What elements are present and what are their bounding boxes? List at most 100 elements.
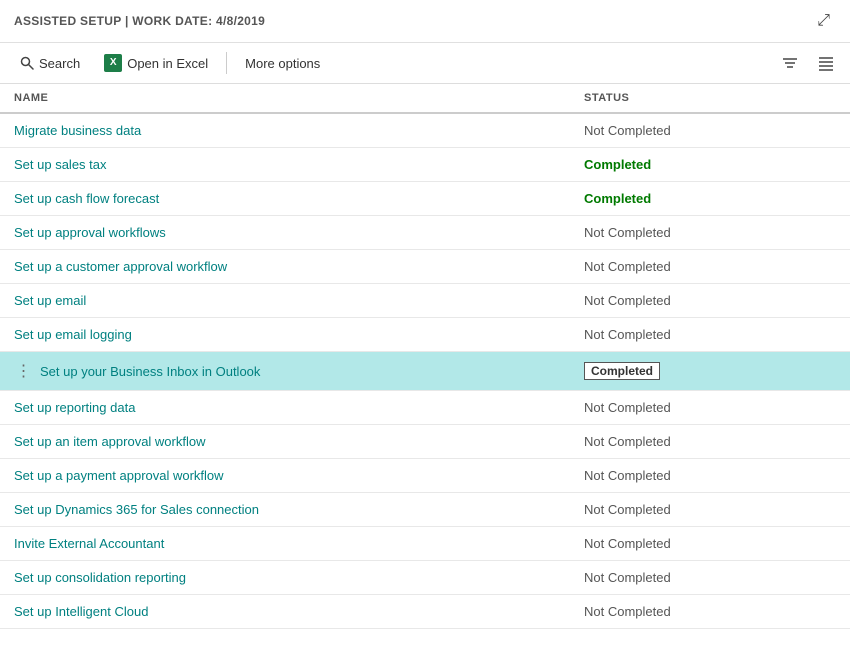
toolbar-separator: [226, 52, 227, 74]
row-name-cell: Set up an item approval workflow: [0, 425, 570, 459]
row-status-cell: Not Completed: [570, 561, 850, 595]
status-text: Not Completed: [584, 502, 671, 517]
row-name-link[interactable]: Set up approval workflows: [14, 225, 166, 240]
row-status-cell: Not Completed: [570, 493, 850, 527]
table-row[interactable]: Migrate business data Not Completed: [0, 113, 850, 148]
search-icon: [20, 56, 34, 70]
table-row[interactable]: Set up consolidation reporting Not Comple…: [0, 561, 850, 595]
row-name-link[interactable]: Set up Intelligent Cloud: [14, 604, 148, 619]
expand-button[interactable]: ⤢: [811, 8, 836, 34]
row-status-cell: Not Completed: [570, 250, 850, 284]
data-table: NAME STATUS Migrate business data Not Com…: [0, 84, 850, 629]
status-text: Not Completed: [584, 225, 671, 240]
toolbar-right: [776, 51, 840, 75]
status-text: Not Completed: [584, 327, 671, 342]
row-name-link[interactable]: Set up your Business Inbox in Outlook: [40, 364, 260, 379]
row-name-link[interactable]: Set up sales tax: [14, 157, 107, 172]
row-name-link[interactable]: Set up cash flow forecast: [14, 191, 159, 206]
row-name-cell: Set up cash flow forecast: [0, 182, 570, 216]
table-row[interactable]: Set up a payment approval workflow Not Co…: [0, 459, 850, 493]
table-row[interactable]: Set up cash flow forecast Completed: [0, 182, 850, 216]
status-text: Not Completed: [584, 570, 671, 585]
table-row[interactable]: Set up email logging Not Completed: [0, 318, 850, 352]
title-bar: ASSISTED SETUP | WORK DATE: 4/8/2019 ⤢: [0, 0, 850, 43]
col-header-status: STATUS: [570, 84, 850, 113]
row-name-link[interactable]: Set up Dynamics 365 for Sales connection: [14, 502, 259, 517]
row-status-cell: Not Completed: [570, 216, 850, 250]
title-text: ASSISTED SETUP | WORK DATE: 4/8/2019: [14, 14, 265, 28]
row-name-cell: Set up approval workflows: [0, 216, 570, 250]
col-header-name: NAME: [0, 84, 570, 113]
filter-button[interactable]: [776, 51, 804, 75]
row-status-cell: Not Completed: [570, 113, 850, 148]
open-in-excel-button[interactable]: X Open in Excel: [94, 49, 218, 77]
row-name-cell: Migrate business data: [0, 113, 570, 148]
row-name-link[interactable]: Invite External Accountant: [14, 536, 164, 551]
list-icon: [818, 55, 834, 71]
row-name-link[interactable]: Set up an item approval workflow: [14, 434, 205, 449]
table-header: NAME STATUS: [0, 84, 850, 113]
table-row[interactable]: Set up approval workflows Not Completed: [0, 216, 850, 250]
table-row[interactable]: Set up Dynamics 365 for Sales connection…: [0, 493, 850, 527]
table-row[interactable]: Set up email Not Completed: [0, 284, 850, 318]
row-actions-icon[interactable]: ⋮: [14, 361, 34, 381]
status-badge: Completed: [584, 191, 651, 206]
status-text: Not Completed: [584, 400, 671, 415]
toolbar: Search X Open in Excel More options: [0, 43, 850, 84]
status-badge: Completed: [584, 362, 660, 380]
table-row[interactable]: Set up an item approval workflow Not Comp…: [0, 425, 850, 459]
search-button[interactable]: Search: [10, 51, 90, 76]
table-row[interactable]: ⋮ Set up your Business Inbox in Outlook Co…: [0, 352, 850, 391]
row-name-cell: Invite External Accountant: [0, 527, 570, 561]
table-row[interactable]: Invite External Accountant Not Completed: [0, 527, 850, 561]
row-status-cell: Not Completed: [570, 425, 850, 459]
row-name-link[interactable]: Set up reporting data: [14, 400, 135, 415]
row-status-cell: Not Completed: [570, 284, 850, 318]
table-row[interactable]: Set up reporting data Not Completed: [0, 391, 850, 425]
row-name-cell: Set up sales tax: [0, 148, 570, 182]
more-options-button[interactable]: More options: [235, 51, 330, 76]
filter-icon: [782, 55, 798, 71]
table-row[interactable]: Set up Intelligent Cloud Not Completed: [0, 595, 850, 629]
status-badge: Completed: [584, 157, 651, 172]
status-text: Not Completed: [584, 434, 671, 449]
row-name-link[interactable]: Migrate business data: [14, 123, 141, 138]
status-text: Not Completed: [584, 468, 671, 483]
row-name-cell: ⋮ Set up your Business Inbox in Outlook: [0, 352, 570, 391]
table-container: NAME STATUS Migrate business data Not Com…: [0, 84, 850, 658]
row-name-link[interactable]: Set up consolidation reporting: [14, 570, 186, 585]
table-body: Migrate business dataNot CompletedSet up…: [0, 113, 850, 629]
row-status-cell: Completed: [570, 182, 850, 216]
more-options-label: More options: [245, 56, 320, 71]
row-name-cell: Set up consolidation reporting: [0, 561, 570, 595]
row-status-cell: Completed: [570, 148, 850, 182]
row-status-cell: Not Completed: [570, 595, 850, 629]
row-name-link[interactable]: Set up a customer approval workflow: [14, 259, 227, 274]
row-name-link[interactable]: Set up email logging: [14, 327, 132, 342]
row-name-link[interactable]: Set up a payment approval workflow: [14, 468, 224, 483]
status-text: Not Completed: [584, 604, 671, 619]
row-name-cell: Set up Intelligent Cloud: [0, 595, 570, 629]
table-row[interactable]: Set up sales tax Completed: [0, 148, 850, 182]
row-status-cell: Completed: [570, 352, 850, 391]
row-name-cell: Set up email logging: [0, 318, 570, 352]
excel-label: Open in Excel: [127, 56, 208, 71]
row-status-cell: Not Completed: [570, 527, 850, 561]
status-text: Not Completed: [584, 123, 671, 138]
row-name-cell: Set up Dynamics 365 for Sales connection: [0, 493, 570, 527]
row-status-cell: Not Completed: [570, 459, 850, 493]
expand-icon: ⤢: [817, 12, 830, 30]
status-text: Not Completed: [584, 293, 671, 308]
status-text: Not Completed: [584, 259, 671, 274]
status-text: Not Completed: [584, 536, 671, 551]
row-name-link[interactable]: Set up email: [14, 293, 86, 308]
row-name-cell: Set up reporting data: [0, 391, 570, 425]
row-name-cell: Set up a payment approval workflow: [0, 459, 570, 493]
row-status-cell: Not Completed: [570, 391, 850, 425]
search-label: Search: [39, 56, 80, 71]
row-name-cell: Set up email: [0, 284, 570, 318]
table-row[interactable]: Set up a customer approval workflow Not C…: [0, 250, 850, 284]
list-view-button[interactable]: [812, 51, 840, 75]
row-status-cell: Not Completed: [570, 318, 850, 352]
excel-icon: X: [104, 54, 122, 72]
